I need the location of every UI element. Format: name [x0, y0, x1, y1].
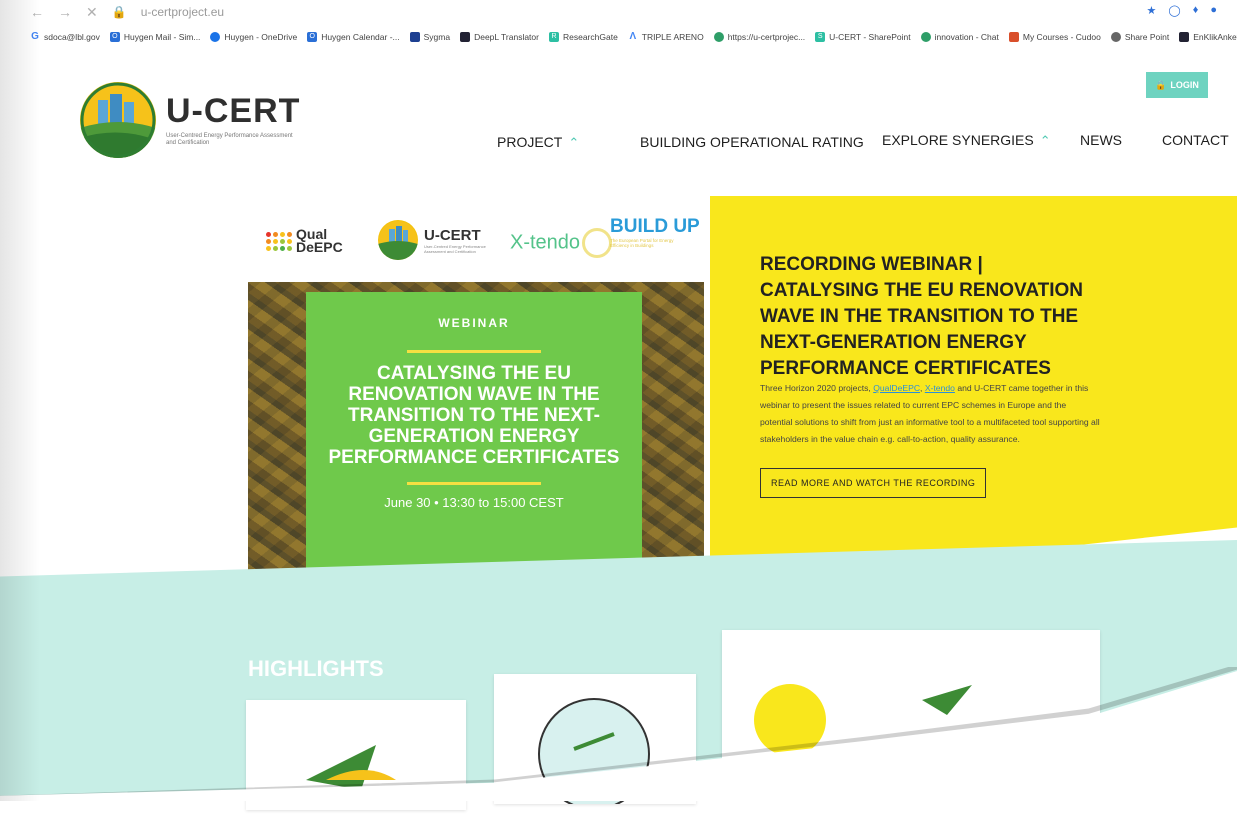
lock-icon: 🔒	[1155, 79, 1167, 90]
xtendo-link[interactable]: X-tendo	[925, 383, 955, 393]
deepl-icon	[460, 32, 471, 42]
nav-project[interactable]: PROJECT ⌃	[497, 134, 579, 151]
eu-flag-icon	[409, 32, 420, 42]
bookmark-item[interactable]: Sygma	[409, 32, 450, 42]
address-bar: ← → ✕ 🔒 u-certproject.eu	[0, 0, 1237, 24]
nav-contact[interactable]: CONTACT	[1162, 132, 1229, 148]
bookmark-item[interactable]: Λ TRIPLE ARENO	[628, 31, 703, 43]
researchgate-icon: R	[548, 32, 559, 42]
bookmark-item[interactable]: O Huygen Mail - Sim...	[109, 32, 200, 42]
qualdeepc-logo: Qual DeEPC	[266, 227, 343, 255]
close-icon[interactable]: ✕	[86, 4, 98, 21]
extension-icon[interactable]: ◯	[1168, 4, 1180, 17]
google-icon: G	[31, 31, 39, 42]
nav-building-operational-rating[interactable]: BUILDING OPERATIONAL RATING	[640, 134, 864, 150]
xtendo-logo: X-tendo	[510, 228, 613, 258]
ucert-logo[interactable]	[80, 82, 156, 158]
bookmarks-bar: Gsdoca@lbl.gov O Huygen Mail - Sim... Huy…	[0, 26, 1237, 48]
survey-icon	[1179, 32, 1190, 42]
webinar-date: June 30 • 13:30 to 15:00 CEST	[384, 495, 564, 510]
sharepoint-icon	[1110, 32, 1121, 42]
login-button[interactable]: 🔒 LOGIN	[1146, 72, 1208, 98]
back-icon[interactable]: ←	[30, 4, 44, 20]
deepc-text: DeEPC	[296, 239, 343, 255]
url-field[interactable]: u-certproject.eu	[141, 5, 224, 19]
cudoo-icon	[1008, 32, 1019, 42]
nav-explore-synergies[interactable]: EXPLORE SYNERGIES ⌃	[882, 132, 1051, 149]
buildup-subtitle: The European Portal for Energy Efficienc…	[610, 238, 674, 248]
bookmark-item[interactable]: DeepL Translator	[460, 32, 539, 42]
chevron-up-icon: ⌃	[568, 135, 580, 150]
webinar-title: CATALYSING THE EU RENOVATION WAVE IN THE…	[328, 363, 620, 468]
nav-news[interactable]: NEWS	[1080, 132, 1122, 148]
sharepoint-icon: S	[815, 32, 826, 42]
ucert-partner-title: U-CERT	[424, 226, 481, 244]
ucert-emblem-icon	[378, 220, 418, 260]
bookmark-item[interactable]: S U-CERT - SharePoint	[815, 32, 911, 42]
dots-icon	[266, 231, 292, 251]
read-more-button[interactable]: READ MORE AND WATCH THE RECORDING	[760, 468, 987, 498]
bookmark-item[interactable]: EnKlikAnketa - 1KA...	[1179, 32, 1237, 42]
outlook-icon: O	[307, 32, 318, 42]
outlook-icon: O	[109, 32, 120, 42]
buildup-logo: BUILD UP The European Portal for Energy …	[610, 216, 700, 248]
browser-toolbar-icons: ★ ◯ ♦ ●	[1147, 4, 1217, 17]
bookmark-item[interactable]: Share Point	[1110, 32, 1169, 42]
bookmark-item[interactable]: R ResearchGate	[548, 32, 618, 42]
divider	[407, 350, 541, 353]
feature-text: Three Horizon 2020 projects, QualDeEPC, …	[760, 383, 1100, 444]
bookmark-item[interactable]: My Courses - Cudoo	[1008, 32, 1101, 42]
onedrive-icon	[210, 32, 221, 42]
qualdeepc-link[interactable]: QualDeEPC	[873, 383, 920, 393]
bookmark-item[interactable]: Gsdoca@lbl.gov	[30, 31, 100, 43]
buildup-title: BUILD UP	[610, 216, 700, 237]
lock-icon: 🔒	[111, 5, 127, 19]
ucert-partner-logo: U-CERT User-Centred Energy Performance A…	[378, 220, 494, 260]
divider	[407, 482, 541, 485]
profile-icon[interactable]: ●	[1210, 4, 1217, 17]
bookmark-item[interactable]: Huygen - OneDrive	[210, 32, 297, 42]
webinar-card: WEBINAR CATALYSING THE EU RENOVATION WAV…	[306, 292, 642, 594]
xtendo-ring-icon	[582, 228, 613, 258]
bookmark-item[interactable]: https://u-certprojec...	[713, 32, 805, 42]
brand: U-CERT User-Centred Energy Performance A…	[166, 92, 300, 147]
highlights-title: HIGHLIGHTS	[248, 656, 384, 681]
brand-title: U-CERT	[166, 92, 301, 130]
triple-icon: Λ	[629, 31, 637, 42]
feature-title: RECORDING WEBINAR | CATALYSING THE EU RE…	[760, 254, 1084, 379]
webinar-label: WEBINAR	[438, 316, 510, 330]
ucert-partner-subtitle: User-Centred Energy Performance Assessme…	[424, 243, 486, 254]
star-icon[interactable]: ★	[1147, 4, 1157, 17]
logo-graphic	[80, 82, 156, 158]
chat-icon	[920, 32, 931, 42]
partner-logos: Qual DeEPC U-CERT User-Centred Energy Per…	[266, 216, 706, 272]
puzzle-icon[interactable]: ♦	[1193, 4, 1199, 17]
chevron-up-icon: ⌃	[1039, 133, 1051, 148]
bookmark-item[interactable]: innovation - Chat	[920, 32, 999, 42]
brand-subtitle: User-Centred Energy Performance Assessme…	[166, 133, 293, 146]
bookmark-item[interactable]: O Huygen Calendar -...	[307, 32, 400, 42]
site-icon	[713, 32, 724, 42]
forward-icon[interactable]: →	[58, 4, 72, 20]
